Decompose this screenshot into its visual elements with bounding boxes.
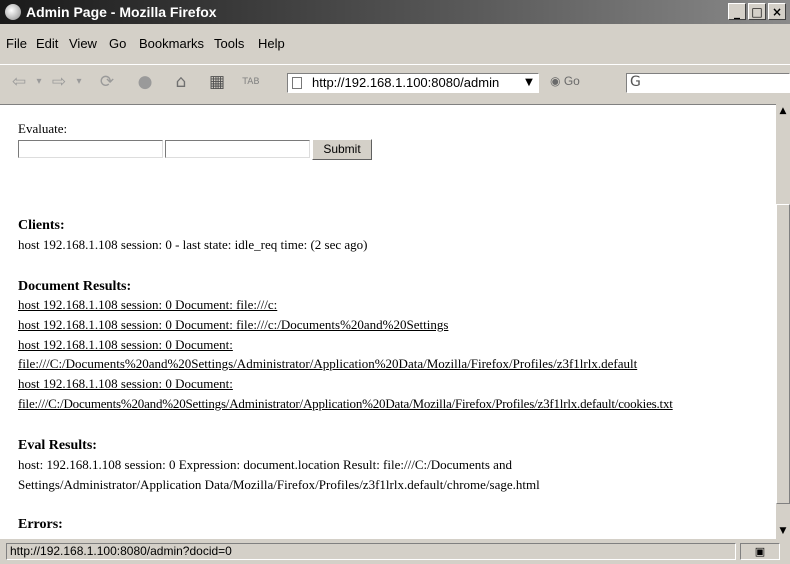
browser-window: Admin Page - Mozilla Firefox _ □ × File …	[0, 0, 790, 564]
back-dropdown-icon[interactable]: ▾	[34, 71, 44, 93]
url-bar[interactable]: http://192.168.1.100:8080/admin ▼	[287, 73, 539, 93]
scroll-down-icon[interactable]: ▼	[776, 524, 790, 538]
firefox-icon	[5, 4, 21, 20]
go-icon: ◉	[550, 74, 561, 88]
title-bar: Admin Page - Mozilla Firefox _ □ ×	[0, 0, 790, 24]
eval-result-line: host: 192.168.1.108 session: 0 Expressio…	[18, 457, 512, 472]
evaluate-input-2[interactable]	[165, 140, 310, 158]
evaluate-input-1[interactable]	[18, 140, 163, 158]
document-link-text[interactable]: file:///C:/Documents%20and%20Settings/Ad…	[18, 396, 673, 411]
grid-icon[interactable]: ▦	[206, 71, 228, 93]
document-link-text[interactable]: host 192.168.1.108 session: 0 Document:	[18, 376, 233, 391]
close-button[interactable]: ×	[768, 3, 786, 20]
document-link-text[interactable]: file:///C:/Documents%20and%20Settings/Ad…	[18, 356, 637, 371]
document-link[interactable]: host 192.168.1.108 session: 0 Document:	[18, 376, 233, 392]
scrollbar-thumb[interactable]	[776, 204, 790, 504]
clients-heading: Clients:	[18, 218, 65, 233]
scroll-up-icon[interactable]: ▲	[776, 104, 790, 118]
document-link[interactable]: host 192.168.1.108 session: 0 Document: …	[18, 317, 448, 333]
eval-result-line: Settings/Administrator/Application Data/…	[18, 477, 540, 492]
menu-help[interactable]: Help	[258, 36, 285, 51]
menu-go[interactable]: Go	[109, 36, 126, 51]
back-icon[interactable]: ⇦	[8, 71, 30, 93]
document-link[interactable]: host 192.168.1.108 session: 0 Document:	[18, 337, 233, 353]
maximize-button[interactable]: □	[748, 3, 766, 20]
document-link-text[interactable]: host 192.168.1.108 session: 0 Document: …	[18, 317, 448, 332]
menu-tools[interactable]: Tools	[214, 36, 244, 51]
window-title: Admin Page - Mozilla Firefox	[26, 4, 217, 20]
errors-heading: Errors:	[18, 517, 63, 532]
document-link[interactable]: file:///C:/Documents%20and%20Settings/Ad…	[18, 356, 637, 372]
url-text[interactable]: http://192.168.1.100:8080/admin	[312, 75, 499, 90]
google-icon: G	[630, 74, 641, 90]
navigation-toolbar: ⇦ ▾ ⇨ ▾ ⟳ ● ⌂ ▦ TAB http://192.168.1.100…	[0, 64, 790, 99]
menu-bookmarks[interactable]: Bookmarks	[139, 36, 204, 51]
window-controls: _ □ ×	[728, 3, 786, 20]
menu-file[interactable]: File	[6, 36, 27, 51]
document-link[interactable]: host 192.168.1.108 session: 0 Document: …	[18, 297, 277, 313]
eval-results-heading: Eval Results:	[18, 438, 97, 453]
minimize-button[interactable]: _	[728, 3, 746, 20]
security-icon: ▣	[740, 543, 780, 560]
menu-bar: File Edit View Go Bookmarks Tools Help	[0, 34, 790, 56]
document-link-text[interactable]: host 192.168.1.108 session: 0 Document:	[18, 337, 233, 352]
document-link[interactable]: file:///C:/Documents%20and%20Settings/Ad…	[18, 396, 673, 412]
search-box[interactable]: G	[626, 73, 790, 93]
page-icon	[292, 77, 302, 89]
status-text: http://192.168.1.100:8080/admin?docid=0	[6, 543, 736, 560]
forward-icon[interactable]: ⇨	[48, 71, 70, 93]
go-label: Go	[563, 74, 580, 88]
chevron-down-icon[interactable]: ▼	[521, 75, 537, 91]
status-bar: http://192.168.1.100:8080/admin?docid=0 …	[0, 540, 790, 564]
forward-dropdown-icon[interactable]: ▾	[74, 71, 84, 93]
menu-edit[interactable]: Edit	[36, 36, 58, 51]
go-button[interactable]: ◉ Go	[550, 74, 580, 88]
vertical-scrollbar[interactable]: ▲ ▼	[776, 104, 790, 538]
home-icon[interactable]: ⌂	[170, 71, 192, 93]
clients-line: host 192.168.1.108 session: 0 - last sta…	[18, 237, 368, 252]
evaluate-label: Evaluate:	[18, 121, 68, 136]
document-link-text[interactable]: host 192.168.1.108 session: 0 Document: …	[18, 297, 277, 312]
menu-view[interactable]: View	[69, 36, 97, 51]
tab-icon[interactable]: TAB	[240, 71, 262, 93]
document-results-heading: Document Results:	[18, 279, 132, 294]
reload-icon[interactable]: ⟳	[96, 71, 118, 93]
submit-button[interactable]: Submit	[312, 139, 372, 160]
stop-icon[interactable]: ●	[134, 71, 156, 93]
